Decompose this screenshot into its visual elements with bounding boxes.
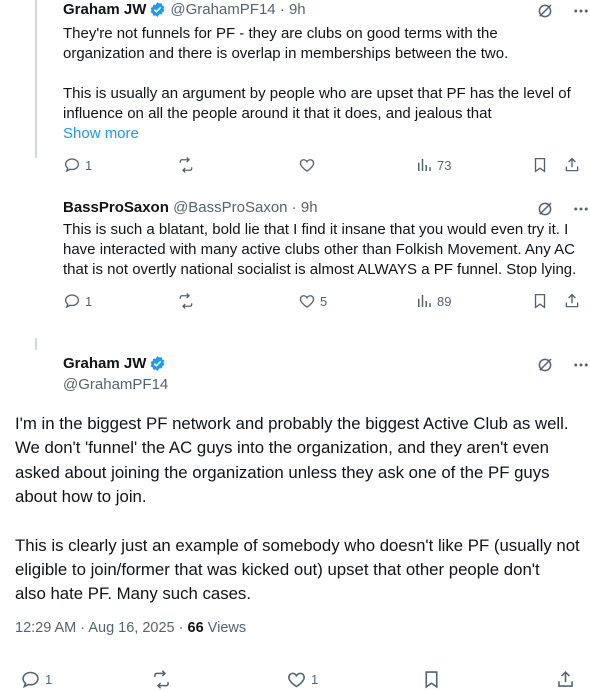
post-time[interactable]: 9h	[289, 1, 306, 18]
grok-icon[interactable]	[536, 200, 554, 218]
reply-button[interactable]: 1	[63, 292, 92, 310]
grok-icon[interactable]	[536, 356, 554, 374]
author-name[interactable]: BassProSaxon	[63, 199, 169, 216]
text-line: eligible to join/former that was kicked …	[15, 560, 540, 580]
reply-1-text: They're not funnels for PF - they are cl…	[63, 24, 571, 144]
text-line: We don't 'funnel' the AC guys into the o…	[15, 438, 550, 458]
reply-button[interactable]: 1	[20, 669, 52, 690]
bookmark-icon	[534, 157, 546, 173]
main-author: Graham JW	[63, 355, 170, 372]
author-handle[interactable]: @GrahamPF14	[170, 1, 275, 18]
like-button[interactable]	[298, 156, 316, 174]
post-timestamp: 12:29 AM · Aug 16, 2025 · 66 Views	[15, 620, 246, 636]
like-button[interactable]: 1	[286, 669, 318, 690]
text-line: about how to join.	[15, 487, 147, 507]
grok-icon[interactable]	[536, 2, 554, 20]
reply-2-top-icons	[536, 200, 590, 218]
bookmark-button[interactable]	[531, 292, 549, 310]
share-button[interactable]	[563, 156, 581, 174]
reply-count: 1	[85, 157, 93, 173]
share-button[interactable]	[555, 669, 576, 690]
text-line: have interacted with many active clubs o…	[63, 241, 575, 258]
thread-line	[35, 338, 37, 350]
views-button[interactable]: 89	[415, 292, 451, 310]
show-more-link[interactable]: Show more	[63, 124, 571, 144]
main-post-text: I'm in the biggest PF network and probab…	[15, 412, 585, 607]
post-time[interactable]: 9h	[301, 199, 318, 216]
bookmark-button[interactable]	[531, 156, 549, 174]
share-icon	[565, 157, 579, 172]
heart-icon	[299, 295, 315, 308]
author-name[interactable]: Graham JW	[63, 1, 146, 18]
reply-icon	[64, 294, 80, 309]
verified-badge-icon	[150, 2, 165, 17]
repost-icon	[179, 293, 193, 309]
reply-1-header: Graham JW @GrahamPF14 · 9h	[63, 1, 306, 18]
more-options-icon[interactable]	[572, 2, 590, 20]
reply-2-text: This is such a blatant, bold lie that I …	[63, 220, 576, 280]
main-top-icons	[536, 356, 590, 374]
post-datetime[interactable]: 12:29 AM · Aug 16, 2025 ·	[15, 620, 188, 636]
author-name[interactable]: Graham JW	[63, 355, 146, 372]
like-count: 5	[320, 293, 328, 309]
repost-button[interactable]	[177, 156, 195, 174]
like-count: 1	[311, 672, 319, 687]
author-handle[interactable]: @BassProSaxon	[173, 199, 287, 216]
analytics-icon	[418, 295, 431, 307]
text-line: that is not overtly national socialist i…	[63, 261, 577, 278]
more-options-icon[interactable]	[572, 200, 590, 218]
text-line: organization and there is overlap in mem…	[63, 45, 509, 62]
view-count: 73	[437, 157, 452, 173]
repost-icon	[179, 157, 193, 173]
more-options-icon[interactable]	[572, 356, 590, 374]
text-line: This is clearly just an example of someb…	[15, 535, 580, 555]
text-line: influence on all the people around it th…	[63, 105, 492, 122]
reply-icon	[22, 671, 39, 689]
separator-dot: ·	[275, 1, 289, 18]
verified-badge-icon	[150, 356, 165, 371]
bookmark-icon	[425, 671, 438, 689]
views-button[interactable]: 73	[415, 156, 451, 174]
heart-icon	[299, 159, 315, 172]
text-line: This is such a blatant, bold lie that I …	[63, 221, 569, 238]
reply-count: 1	[85, 293, 93, 309]
reply-count: 1	[45, 672, 53, 687]
share-icon	[565, 293, 579, 308]
separator-dot: ·	[287, 199, 301, 216]
repost-button[interactable]	[151, 669, 172, 690]
view-count: 89	[437, 293, 452, 309]
text-line: They're not funnels for PF - they are cl…	[63, 25, 498, 42]
reply-button[interactable]: 1	[63, 156, 92, 174]
reply-icon	[64, 158, 80, 173]
like-button[interactable]: 5	[298, 292, 327, 310]
text-line: I'm in the biggest PF network and probab…	[15, 414, 569, 433]
bookmark-button[interactable]	[421, 669, 442, 690]
bookmark-icon	[534, 293, 546, 309]
share-icon	[558, 670, 573, 687]
repost-button[interactable]	[177, 292, 195, 310]
text-line: This is usually an argument by people wh…	[63, 85, 571, 102]
text-line: asked about joining the organization unl…	[15, 462, 550, 482]
view-count: 66	[187, 620, 204, 636]
analytics-icon	[418, 159, 431, 171]
share-button[interactable]	[563, 292, 581, 310]
views-label: Views	[203, 620, 247, 636]
reply-2-header: BassProSaxon @BassProSaxon · 9h	[63, 199, 318, 216]
text-line: also hate PF. Many such cases.	[15, 584, 251, 604]
heart-icon	[288, 672, 305, 688]
main-handle[interactable]: @GrahamPF14	[63, 376, 168, 393]
repost-icon	[154, 670, 169, 689]
thread-line	[35, 0, 37, 158]
reply-1-top-icons	[536, 2, 590, 20]
